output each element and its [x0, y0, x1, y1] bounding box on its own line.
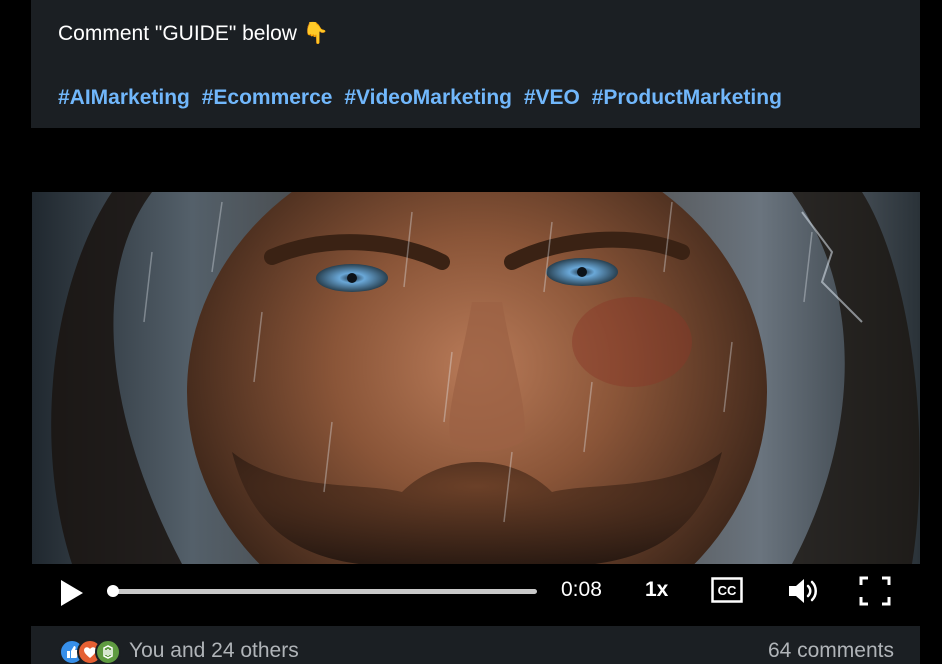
- hashtag-link[interactable]: #VideoMarketing: [344, 86, 512, 109]
- fullscreen-icon: [859, 576, 891, 606]
- comments-count[interactable]: 64 comments: [768, 639, 894, 663]
- celebrate-icon: [95, 639, 121, 664]
- post-body: Comment "GUIDE" below: [58, 22, 297, 45]
- video-controls: 0:08 1x CC: [31, 564, 920, 626]
- social-counts-bar: You and 24 others 64 comments: [31, 626, 920, 664]
- pointing-down-emoji: 👇: [302, 22, 329, 45]
- current-time: 0:08: [561, 578, 602, 601]
- hashtag-link[interactable]: #AIMarketing: [58, 86, 190, 109]
- hashtag-link[interactable]: #ProductMarketing: [592, 86, 782, 109]
- captions-button[interactable]: CC: [711, 577, 743, 608]
- svg-text:CC: CC: [718, 583, 737, 598]
- hashtag-link[interactable]: #Ecommerce: [202, 86, 333, 109]
- progress-track: [109, 589, 537, 594]
- post-text: Comment "GUIDE" below 👇: [58, 22, 329, 46]
- video-frame[interactable]: [32, 192, 920, 564]
- hashtag-line: #AIMarketing #Ecommerce #VideoMarketing …: [58, 86, 788, 110]
- playback-speed-button[interactable]: 1x: [645, 578, 668, 602]
- play-icon: [61, 580, 83, 606]
- volume-icon: [789, 579, 817, 603]
- progress-handle[interactable]: [107, 585, 120, 597]
- fullscreen-button[interactable]: [858, 575, 892, 612]
- feed-post-card: Comment "GUIDE" below 👇 #AIMarketing #Ec…: [31, 0, 920, 664]
- play-button[interactable]: [59, 578, 87, 608]
- video-player[interactable]: 0:08 1x CC: [31, 128, 920, 626]
- closed-captions-icon: CC: [711, 577, 743, 603]
- progress-bar[interactable]: [107, 582, 537, 602]
- hashtag-link[interactable]: #VEO: [524, 86, 580, 109]
- reaction-icons[interactable]: [59, 639, 125, 664]
- reactions-count[interactable]: You and 24 others: [129, 639, 299, 663]
- volume-button[interactable]: [787, 575, 821, 612]
